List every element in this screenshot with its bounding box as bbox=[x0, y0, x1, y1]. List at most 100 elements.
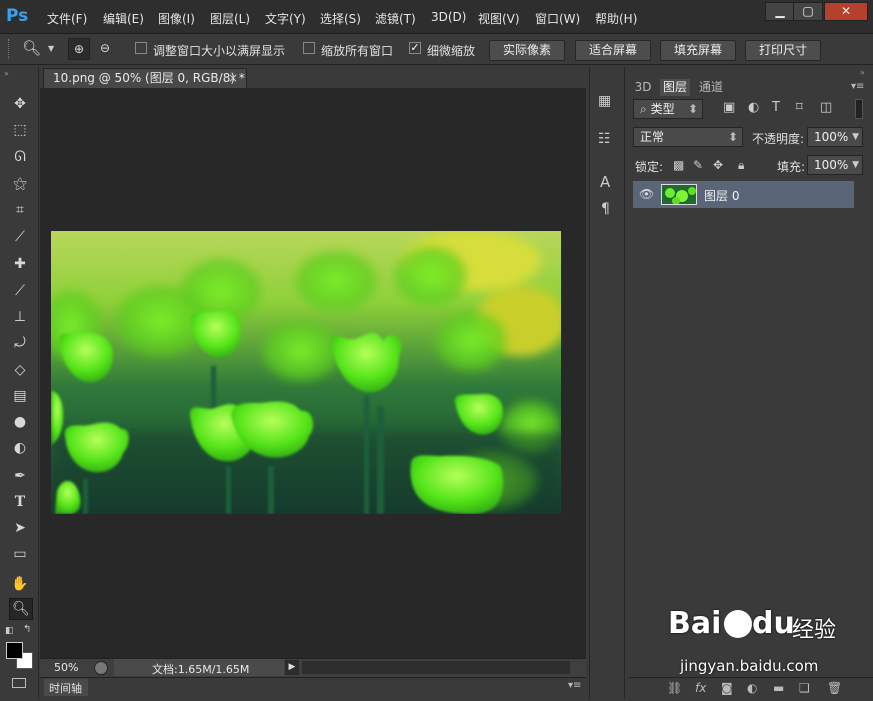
rectangle-icon[interactable]: ▭ bbox=[9, 544, 31, 564]
swap-colors-icon[interactable]: ↰ bbox=[23, 624, 31, 635]
lock-all-icon[interactable]: 🔒︎ bbox=[738, 158, 744, 173]
share-icon[interactable] bbox=[94, 661, 108, 675]
pixel-filter-icon[interactable]: ▣ bbox=[723, 100, 735, 115]
layer-name[interactable]: 图层 0 bbox=[704, 187, 739, 204]
zoom-in-icon[interactable]: ⊕ bbox=[68, 38, 90, 60]
fill-input[interactable]: 100% ▼ bbox=[807, 155, 863, 175]
photoshop-logo: Ps bbox=[6, 6, 29, 26]
blur-icon[interactable]: ● bbox=[9, 412, 31, 432]
swatches-icon[interactable]: ▦ bbox=[598, 93, 611, 109]
menu-filter[interactable]: 滤镜(T) bbox=[375, 10, 416, 27]
zoom-level[interactable]: 50% bbox=[54, 661, 78, 674]
close-window-button[interactable]: ✕ bbox=[824, 2, 868, 21]
opacity-input[interactable]: 100% ▼ bbox=[807, 127, 863, 147]
menu-3d[interactable]: 3D(D) bbox=[431, 10, 466, 24]
tab-3d[interactable]: 3D bbox=[632, 79, 654, 96]
hand-icon[interactable]: ✋ bbox=[9, 574, 31, 594]
menu-image[interactable]: 图像(I) bbox=[158, 10, 195, 27]
resize-windows-checkbox[interactable] bbox=[135, 42, 147, 54]
timeline-tab[interactable]: 时间轴 bbox=[49, 680, 82, 696]
properties-icon[interactable]: ☷ bbox=[598, 131, 611, 147]
dodge-icon[interactable]: ◐ bbox=[9, 438, 31, 458]
lock-label: 锁定: bbox=[635, 160, 664, 174]
quick-mask-icon[interactable] bbox=[12, 678, 26, 688]
paragraph-icon[interactable]: ¶ bbox=[601, 201, 610, 217]
eraser-icon[interactable]: ◇ bbox=[9, 360, 31, 380]
fill-screen-button[interactable]: 填充屏幕 bbox=[660, 40, 736, 61]
lock-transparent-icon[interactable]: ▩ bbox=[673, 158, 684, 172]
lock-image-icon[interactable]: ✎ bbox=[693, 158, 703, 172]
tools-panel: » ✥ ⬚ ᘏ ⚝ ⌗ ⟋ ✚ ⟋ ⊥ ⤾ ◇ ▤ ● ◐ ✒ T ➤ ▭ ✋ … bbox=[0, 67, 39, 699]
type-icon[interactable]: T bbox=[9, 492, 31, 512]
panel-menu-icon[interactable]: ▾≡ bbox=[568, 680, 581, 691]
smart-object-filter-icon[interactable]: ◫ bbox=[820, 100, 832, 115]
shape-filter-icon[interactable]: ⌑ bbox=[796, 100, 803, 115]
fit-screen-button[interactable]: 适合屏幕 bbox=[575, 40, 651, 61]
history-brush-icon[interactable]: ⤾ bbox=[9, 333, 31, 353]
tulips-photo bbox=[51, 231, 561, 514]
menu-file[interactable]: 文件(F) bbox=[47, 10, 87, 27]
panel-menu-icon[interactable]: ▾≡ bbox=[851, 81, 864, 92]
close-tab-icon[interactable]: × bbox=[228, 69, 238, 88]
zoom-all-windows-checkbox[interactable] bbox=[303, 42, 315, 54]
collapse-arrows-icon[interactable]: » bbox=[4, 69, 9, 78]
menu-window[interactable]: 窗口(W) bbox=[535, 10, 580, 27]
foreground-color-swatch[interactable] bbox=[6, 642, 23, 659]
actual-pixels-button[interactable]: 实际像素 bbox=[489, 40, 565, 61]
blend-mode-select[interactable]: 正常 ⬍ bbox=[633, 127, 743, 147]
adjustment-filter-icon[interactable]: ◐ bbox=[748, 100, 759, 115]
move-icon[interactable]: ✥ bbox=[9, 94, 31, 114]
gradient-icon[interactable]: ▤ bbox=[9, 386, 31, 406]
filter-toggle[interactable] bbox=[855, 99, 863, 119]
magic-wand-icon[interactable]: ⚝ bbox=[9, 174, 31, 194]
brush-icon[interactable]: ⟋ bbox=[9, 281, 31, 301]
type-filter-icon[interactable]: T bbox=[772, 100, 780, 115]
collapse-panel-icon[interactable]: » bbox=[860, 68, 865, 77]
opacity-label: 不透明度: bbox=[752, 132, 805, 146]
menu-edit[interactable]: 编辑(E) bbox=[103, 10, 144, 27]
menu-type[interactable]: 文字(Y) bbox=[265, 10, 306, 27]
visibility-eye-icon[interactable]: 👁︎ bbox=[639, 187, 654, 201]
path-selection-icon[interactable]: ➤ bbox=[9, 518, 31, 538]
print-size-button[interactable]: 打印尺寸 bbox=[745, 40, 821, 61]
zoom-icon[interactable]: 🔍︎ bbox=[9, 598, 33, 620]
menu-select[interactable]: 选择(S) bbox=[320, 10, 361, 27]
filter-kind-select[interactable]: ⌕ 类型 ⬍ bbox=[633, 99, 703, 119]
document-tab-title: 10.png @ 50% (图层 0, RGB/8) * bbox=[53, 71, 245, 85]
maximize-button[interactable]: ▢ bbox=[793, 2, 823, 21]
lasso-icon[interactable]: ᘏ bbox=[9, 147, 31, 167]
marquee-icon[interactable]: ⬚ bbox=[9, 120, 31, 140]
resize-windows-label: 调整窗口大小以满屏显示 bbox=[153, 44, 286, 58]
clone-stamp-icon[interactable]: ⊥ bbox=[9, 307, 31, 327]
document-tab[interactable]: 10.png @ 50% (图层 0, RGB/8) * × bbox=[43, 68, 247, 88]
horizontal-scrollbar[interactable] bbox=[302, 661, 570, 674]
scrubby-zoom-label: 细微缩放 bbox=[427, 44, 476, 58]
pen-icon[interactable]: ✒ bbox=[9, 466, 31, 486]
eyedropper-icon[interactable]: ⟋ bbox=[9, 227, 31, 247]
scrubby-zoom-checkbox[interactable]: ✓ bbox=[409, 42, 421, 54]
watermark-brand: Bai bbox=[668, 606, 722, 641]
menu-view[interactable]: 视图(V) bbox=[478, 10, 520, 27]
menu-help[interactable]: 帮助(H) bbox=[595, 10, 637, 27]
default-colors-icon[interactable]: ◧ bbox=[5, 626, 14, 636]
watermark-suffix: 经验 bbox=[792, 618, 837, 643]
layer-thumbnail bbox=[661, 184, 697, 205]
status-bar: 50% 文档:1.65M/1.65M ▶ bbox=[40, 658, 586, 677]
tab-channels[interactable]: 通道 bbox=[696, 79, 726, 96]
status-menu-arrow-icon[interactable]: ▶ bbox=[285, 660, 299, 675]
timeline-panel: 时间轴 ▾≡ bbox=[40, 677, 586, 697]
layer-row[interactable]: 👁︎ 图层 0 bbox=[633, 181, 854, 208]
zoom-tool-preset-icon[interactable]: 🔍︎ bbox=[22, 39, 41, 57]
zoom-out-icon[interactable]: ⊖ bbox=[94, 38, 116, 60]
collapsed-panels-strip: ▦ ☷ A ¶ bbox=[589, 67, 625, 699]
canvas-image[interactable] bbox=[51, 231, 561, 514]
crop-icon[interactable]: ⌗ bbox=[9, 200, 31, 220]
chevron-down-icon[interactable]: ▼ bbox=[48, 44, 54, 53]
lock-position-icon[interactable]: ✥ bbox=[713, 158, 723, 172]
healing-brush-icon[interactable]: ✚ bbox=[9, 254, 31, 274]
grip-icon bbox=[8, 39, 12, 59]
minimize-button[interactable]: ▁ bbox=[765, 2, 795, 21]
menu-layer[interactable]: 图层(L) bbox=[210, 10, 250, 27]
character-icon[interactable]: A bbox=[600, 173, 610, 191]
tab-layers[interactable]: 图层 bbox=[660, 79, 690, 96]
